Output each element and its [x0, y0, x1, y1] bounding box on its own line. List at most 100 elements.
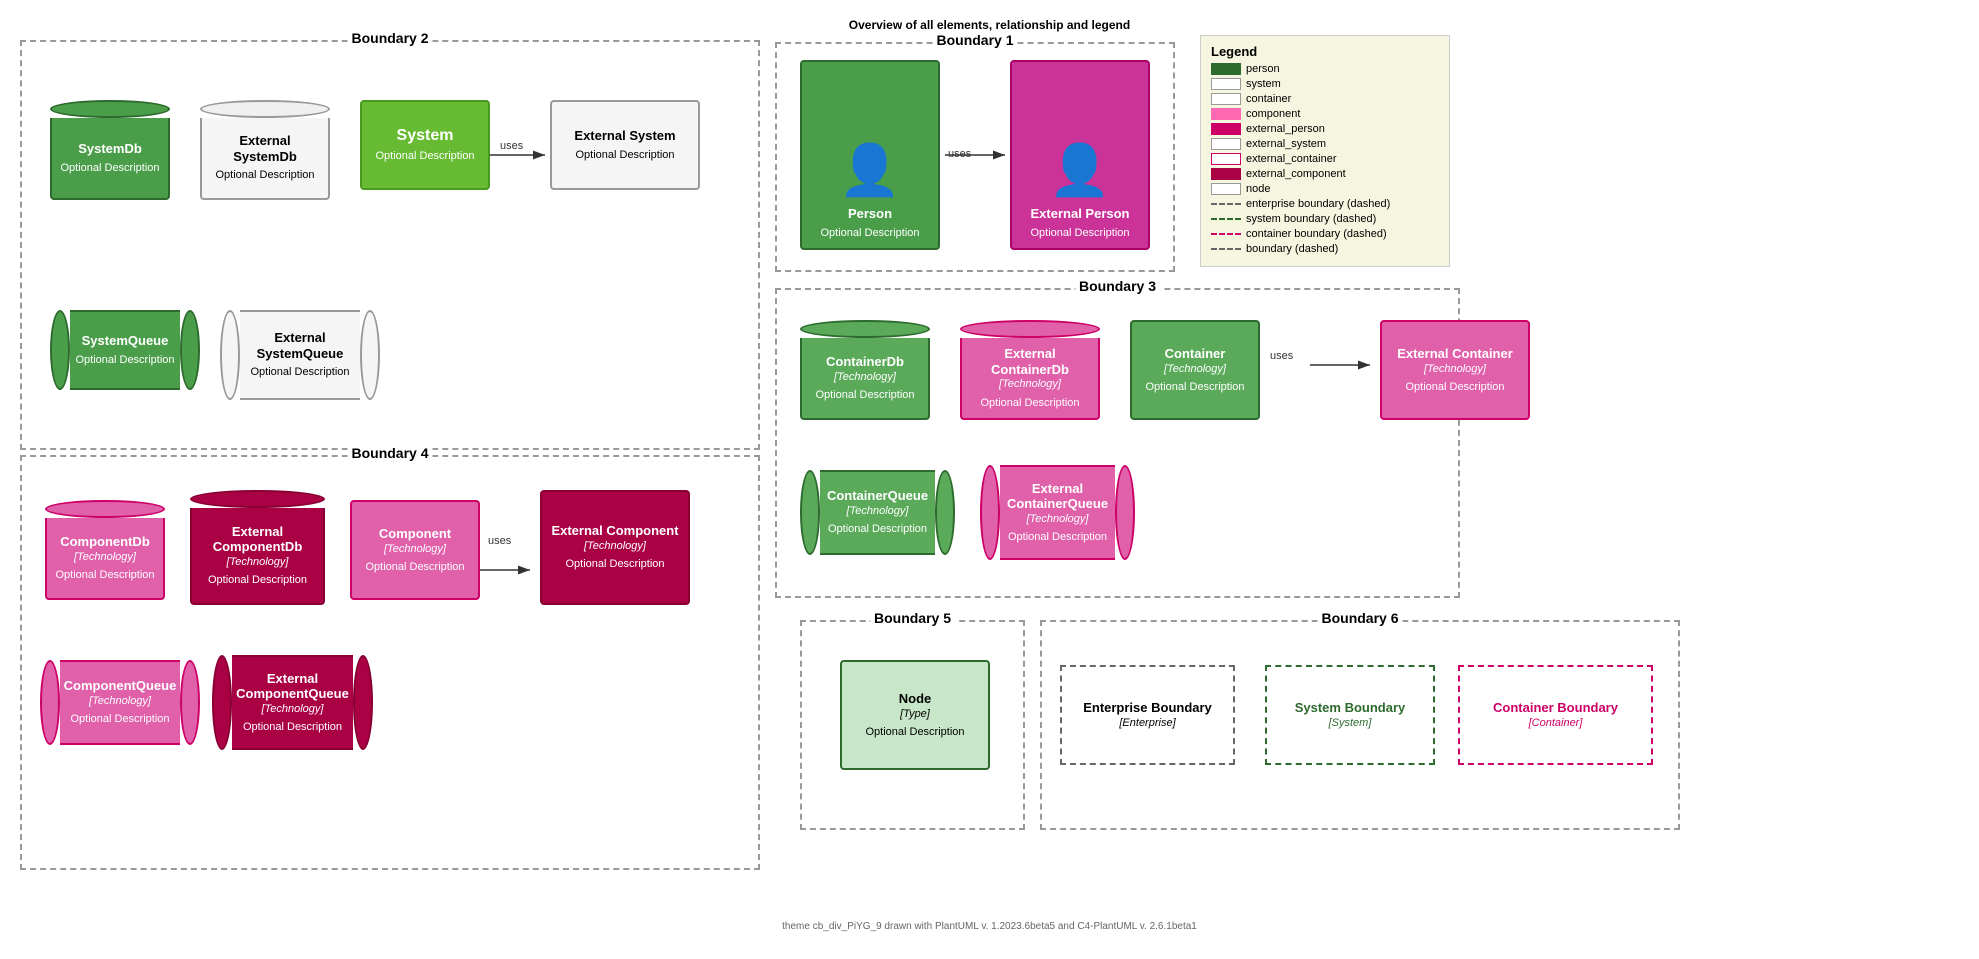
legend-component-color	[1211, 108, 1241, 120]
legend-container-color	[1211, 93, 1241, 105]
container-db-title: ContainerDb	[826, 354, 904, 370]
legend-ext-person-color	[1211, 123, 1241, 135]
ext-person-element: 👤 External Person Optional Description	[1010, 60, 1150, 250]
legend-ext-container-color	[1211, 153, 1241, 165]
person-desc: Optional Description	[820, 226, 919, 240]
legend-ext-person-label: external_person	[1246, 123, 1325, 135]
component-db-body: ComponentDb [Technology] Optional Descri…	[45, 518, 165, 600]
component-element: Component [Technology] Optional Descript…	[350, 500, 480, 600]
ext-component-element: External Component [Technology] Optional…	[540, 490, 690, 605]
legend-system-color	[1211, 78, 1241, 90]
legend-person: person	[1211, 63, 1439, 75]
legend-ext-person: external_person	[1211, 123, 1439, 135]
ext-container-element: External Container [Technology] Optional…	[1380, 320, 1530, 420]
system-desc: Optional Description	[375, 149, 474, 163]
boundary-5-label: Boundary 5	[870, 610, 955, 626]
uses-label-1: uses	[500, 140, 523, 152]
legend-enterprise-label: enterprise boundary (dashed)	[1246, 198, 1390, 210]
legend-ext-component-color	[1211, 168, 1241, 180]
container-queue-title: ContainerQueue	[827, 488, 928, 504]
system-queue-element: SystemQueue Optional Description	[50, 310, 200, 390]
system-queue-desc: Optional Description	[75, 353, 174, 367]
legend-person-color	[1211, 63, 1241, 75]
component-db-desc: Optional Description	[55, 568, 154, 582]
boundary-1-label: Boundary 1	[932, 32, 1017, 48]
legend-ext-system-color	[1211, 138, 1241, 150]
systemdb-body: SystemDb Optional Description	[50, 118, 170, 200]
uses-label-4: uses	[488, 535, 511, 547]
legend-node: node	[1211, 183, 1439, 195]
legend-container-label: container	[1246, 93, 1291, 105]
container-db-tech: [Technology]	[834, 370, 896, 384]
component-queue-left	[40, 660, 60, 745]
component-queue-element: ComponentQueue [Technology] Optional Des…	[45, 660, 195, 745]
legend-container: container	[1211, 93, 1439, 105]
boundary-2-label: Boundary 2	[347, 30, 432, 46]
system-queue-body: SystemQueue Optional Description	[70, 310, 180, 390]
legend-system-label-2: system boundary (dashed)	[1246, 213, 1376, 225]
legend-ext-system-label: external_system	[1246, 138, 1326, 150]
ext-container-queue-left	[980, 465, 1000, 560]
legend-ext-container: external_container	[1211, 153, 1439, 165]
uses-label-3: uses	[1270, 350, 1293, 362]
ext-component-title: External Component	[551, 523, 678, 539]
systemdb-element: SystemDb Optional Description	[50, 100, 170, 200]
legend-ext-container-label: external_container	[1246, 153, 1337, 165]
component-db-element: ComponentDb [Technology] Optional Descri…	[45, 500, 165, 600]
ext-person-title: External Person	[1031, 206, 1130, 222]
boundary-6-label: Boundary 6	[1317, 610, 1402, 626]
ext-container-queue-tech: [Technology]	[1027, 512, 1089, 526]
container-queue-element: ContainerQueue [Technology] Optional Des…	[800, 470, 955, 555]
ext-container-queue-desc: Optional Description	[1008, 530, 1107, 544]
ext-systemdb-element: External SystemDb Optional Description	[200, 100, 330, 200]
systemdb-desc: Optional Description	[60, 161, 159, 175]
ext-component-db-top	[190, 490, 325, 508]
ext-component-queue-left	[212, 655, 232, 750]
system-boundary-element: System Boundary [System]	[1265, 665, 1435, 765]
person-title: Person	[848, 206, 892, 222]
container-db-top	[800, 320, 930, 338]
ext-component-queue-element: External ComponentQueue [Technology] Opt…	[215, 655, 370, 750]
container-queue-left	[800, 470, 820, 555]
ext-container-queue-right	[1115, 465, 1135, 560]
legend-system-dash	[1211, 218, 1241, 220]
ext-system-queue-right	[360, 310, 380, 400]
system-boundary-sub: [System]	[1329, 716, 1372, 730]
uses-label-2: uses	[948, 148, 971, 160]
ext-person-desc: Optional Description	[1030, 226, 1129, 240]
ext-container-queue-element: External ContainerQueue [Technology] Opt…	[980, 465, 1135, 560]
ext-system-title: External System	[574, 128, 675, 144]
ext-component-queue-title: External ComponentQueue	[236, 671, 349, 702]
legend-ext-component: external_component	[1211, 168, 1439, 180]
ext-person-icon: 👤	[1049, 141, 1111, 200]
legend-ext-component-label: external_component	[1246, 168, 1346, 180]
component-queue-desc: Optional Description	[70, 712, 169, 726]
ext-component-db-tech: [Technology]	[227, 555, 289, 569]
ext-container-queue-title: External ContainerQueue	[1004, 481, 1111, 512]
person-element: 👤 Person Optional Description	[800, 60, 940, 250]
container-boundary-sub: [Container]	[1529, 716, 1583, 730]
enterprise-boundary-sub: [Enterprise]	[1119, 716, 1175, 730]
footer-text: theme cb_div_PiYG_9 drawn with PlantUML …	[782, 921, 1197, 932]
legend-boundary-label: boundary (dashed)	[1246, 243, 1338, 255]
ext-container-desc: Optional Description	[1405, 380, 1504, 394]
ext-component-queue-body: External ComponentQueue [Technology] Opt…	[232, 655, 353, 750]
ext-systemdb-body: External SystemDb Optional Description	[200, 118, 330, 200]
legend-container-label-2: container boundary (dashed)	[1246, 228, 1387, 240]
ext-component-tech: [Technology]	[584, 539, 646, 553]
legend-system-boundary: system boundary (dashed)	[1211, 213, 1439, 225]
ext-system-element: External System Optional Description	[550, 100, 700, 190]
legend-component: component	[1211, 108, 1439, 120]
component-queue-body: ComponentQueue [Technology] Optional Des…	[60, 660, 181, 745]
legend-node-label: node	[1246, 183, 1270, 195]
ext-container-db-element: External ContainerDb [Technology] Option…	[960, 320, 1100, 420]
ext-component-queue-tech: [Technology]	[262, 702, 324, 716]
ext-container-db-tech: [Technology]	[999, 377, 1061, 391]
container-db-body: ContainerDb [Technology] Optional Descri…	[800, 338, 930, 420]
container-db-element: ContainerDb [Technology] Optional Descri…	[800, 320, 930, 420]
system-queue-left	[50, 310, 70, 390]
legend-system: system	[1211, 78, 1439, 90]
system-queue-right	[180, 310, 200, 390]
system-boundary-title: System Boundary	[1295, 700, 1406, 716]
container-queue-tech: [Technology]	[847, 504, 909, 518]
